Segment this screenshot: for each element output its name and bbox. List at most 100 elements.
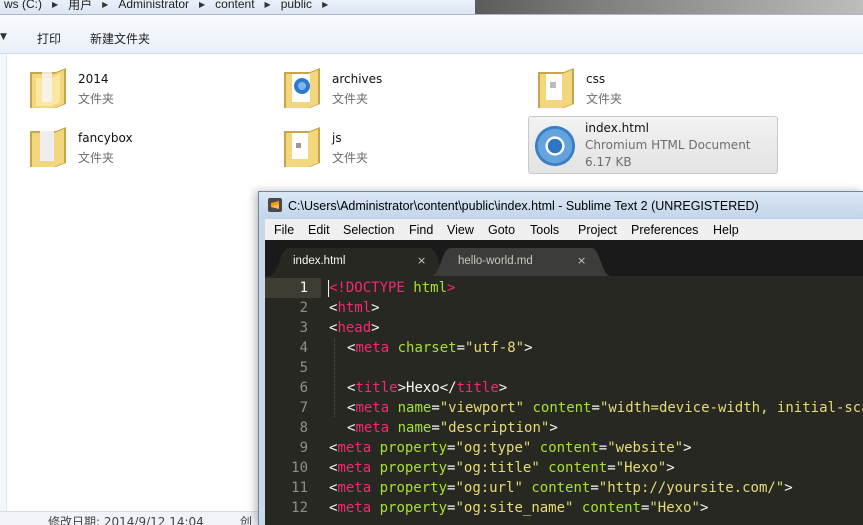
code-token: meta	[337, 460, 372, 476]
menu-goto[interactable]: Goto	[488, 223, 515, 237]
line-number: 11	[291, 480, 308, 496]
breadcrumb: ws (C:) ▶ 用户 ▶ Administrator ▶ content ▶…	[0, 0, 334, 13]
close-icon[interactable]: ×	[577, 254, 586, 267]
code-token: meta	[355, 340, 390, 356]
file-item-index-html[interactable]: index.html Chromium HTML Document 6.17 K…	[528, 116, 778, 174]
line-number: 3	[299, 320, 308, 336]
code-line-3: <head>	[329, 318, 380, 338]
file-item-js[interactable]: js 文件夹	[262, 117, 508, 171]
new-folder-button[interactable]: 新建文件夹	[90, 30, 150, 47]
code-token: meta	[355, 400, 390, 416]
file-item-css[interactable]: css 文件夹	[516, 58, 762, 112]
code-token: title	[456, 380, 499, 396]
code-token: "og:url"	[455, 480, 523, 496]
line-number: 10	[291, 460, 308, 476]
code-token: content	[548, 460, 608, 476]
breadcrumb-administrator[interactable]: Administrator	[114, 0, 193, 11]
line-number: 9	[299, 440, 308, 456]
breadcrumb-drive[interactable]: ws (C:)	[0, 0, 46, 11]
code-token: >	[447, 280, 456, 296]
code-token: Hexo	[406, 380, 440, 396]
chevron-right-icon[interactable]: ▶	[46, 0, 64, 9]
line-gutter: 1 2 3 4 5 6 7 8 9 10 11 12	[265, 276, 321, 525]
tab-index-html[interactable]: index.html ×	[269, 248, 449, 276]
folder-icon	[284, 68, 320, 108]
print-button[interactable]: 打印	[37, 30, 61, 47]
tab-bar: index.html × hello-world.md ×	[265, 240, 863, 276]
file-item-2014[interactable]: 2014 文件夹	[8, 58, 254, 112]
file-name: fancybox	[78, 131, 133, 145]
code-token: >	[371, 300, 380, 316]
title-bar[interactable]: C:\Users\Administrator\content\public\in…	[259, 192, 863, 219]
file-type: 文件夹	[332, 92, 369, 106]
chevron-right-icon[interactable]: ▶	[96, 0, 114, 9]
folder-icon	[30, 68, 66, 108]
code-token: =	[456, 340, 466, 356]
code-line-7: <meta name="viewport" content="width=dev…	[347, 398, 863, 418]
menu-bar: File Edit Selection Find View Goto Tools…	[265, 219, 863, 240]
folder-icon	[538, 68, 574, 108]
line-number: 6	[299, 380, 308, 396]
indent-guide	[334, 338, 335, 418]
code-token: =	[431, 400, 440, 416]
close-icon[interactable]: ×	[417, 254, 426, 267]
file-name: css	[586, 72, 606, 86]
menu-preferences[interactable]: Preferences	[631, 223, 698, 237]
search-box-area[interactable]	[475, 0, 863, 14]
code-token: meta	[337, 500, 372, 516]
code-token: html	[413, 280, 448, 296]
file-name: 2014	[78, 72, 109, 86]
code-token: meta	[355, 420, 390, 436]
sublime-window[interactable]: C:\Users\Administrator\content\public\in…	[258, 191, 863, 525]
dropdown-arrow-icon[interactable]: ▼	[0, 32, 7, 42]
code-token: "http://yoursite.com/"	[598, 480, 785, 496]
folder-icon	[284, 127, 320, 167]
code-line-12: <meta property="og:site_name" content="H…	[329, 498, 708, 518]
menu-project[interactable]: Project	[578, 223, 617, 237]
created-date-label: 创	[240, 515, 253, 525]
file-type: 文件夹	[332, 151, 369, 165]
file-item-fancybox[interactable]: fancybox 文件夹	[8, 117, 254, 171]
file-type: 文件夹	[78, 92, 115, 106]
menu-find[interactable]: Find	[409, 223, 433, 237]
code-token: property	[379, 480, 448, 496]
code-token: content	[531, 480, 591, 496]
code-token: >	[498, 380, 508, 396]
menu-file[interactable]: File	[274, 223, 294, 237]
file-item-archives[interactable]: archives 文件夹	[262, 58, 508, 112]
chevron-right-icon[interactable]: ▶	[193, 0, 211, 9]
code-token: >	[524, 340, 533, 356]
tab-hello-world-md[interactable]: hello-world.md ×	[431, 248, 611, 276]
code-token: content	[532, 400, 592, 416]
code-token: <!DOCTYPE	[329, 280, 414, 296]
line-number: 2	[299, 300, 308, 316]
code-token: =	[431, 420, 440, 436]
code-editor[interactable]: 1 2 3 4 5 6 7 8 9 10 11 12 <!DOCTYPE htm…	[265, 276, 863, 525]
folder-icon	[30, 127, 66, 167]
chevron-right-icon[interactable]: ▶	[259, 0, 277, 9]
menu-selection[interactable]: Selection	[343, 223, 394, 237]
breadcrumb-public[interactable]: public	[277, 0, 316, 11]
menu-edit[interactable]: Edit	[308, 223, 330, 237]
menu-help[interactable]: Help	[713, 223, 739, 237]
code-line-9: <meta property="og:type" content="websit…	[329, 438, 692, 458]
code-token: "Hexo"	[649, 500, 700, 516]
menu-view[interactable]: View	[447, 223, 474, 237]
code-token: "og:site_name"	[455, 500, 574, 516]
code-token: charset	[397, 340, 457, 356]
breadcrumb-users[interactable]: 用户	[64, 0, 96, 13]
menu-tools[interactable]: Tools	[530, 223, 559, 237]
tab-label: index.html	[293, 255, 346, 267]
breadcrumb-content[interactable]: content	[211, 0, 258, 11]
address-bar[interactable]: ws (C:) ▶ 用户 ▶ Administrator ▶ content ▶…	[0, 0, 863, 15]
code-token: =	[607, 460, 616, 476]
navigation-pane[interactable]	[0, 54, 7, 524]
chevron-right-icon[interactable]: ▶	[316, 0, 334, 9]
code-token: "utf-8"	[465, 340, 525, 356]
code-token: content	[539, 440, 599, 456]
code-line-1: <!DOCTYPE html>	[329, 278, 455, 298]
code-token: =	[591, 400, 600, 416]
